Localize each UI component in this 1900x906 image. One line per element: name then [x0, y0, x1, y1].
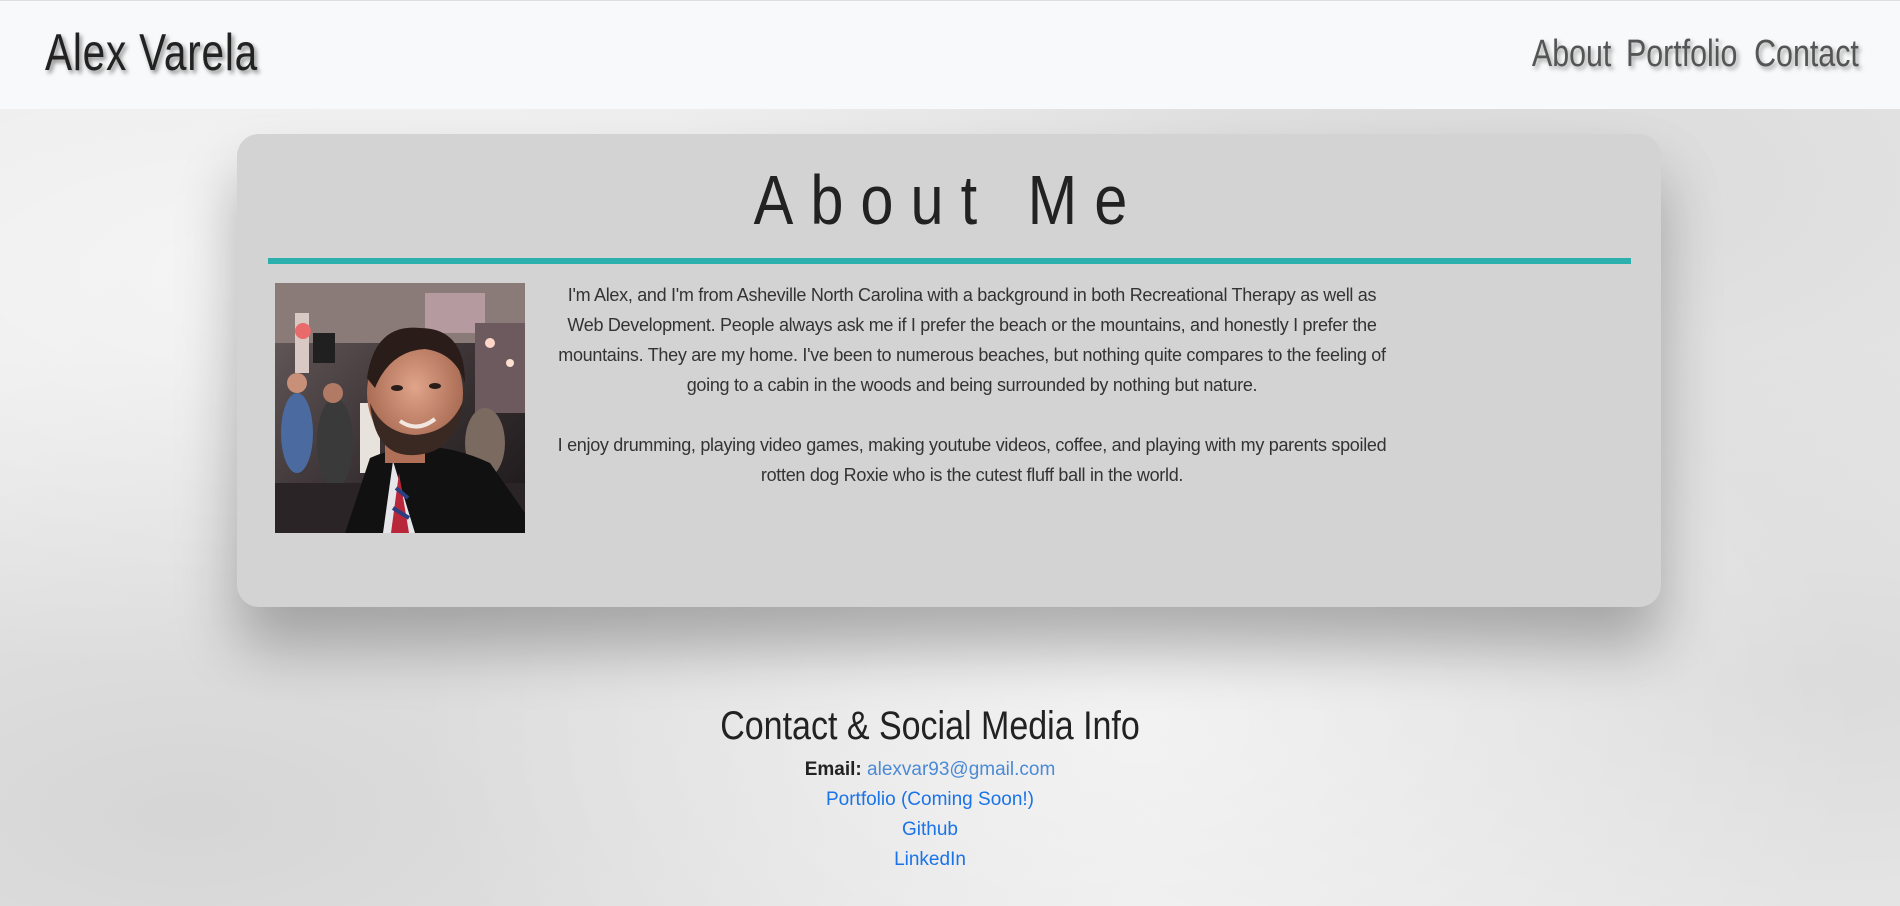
- portfolio-line: Portfolio (Coming Soon!): [0, 785, 1860, 815]
- email-link[interactable]: alexvar93@gmail.com: [867, 759, 1055, 780]
- contact-section: Contact & Social Media Info Email: alexv…: [0, 704, 1860, 875]
- linkedin-link[interactable]: LinkedIn: [894, 849, 966, 870]
- nav-portfolio-link[interactable]: Portfolio: [1626, 33, 1738, 76]
- contact-title: Contact & Social Media Info: [720, 704, 1140, 748]
- brand-logo-link[interactable]: Alex Varela: [45, 23, 258, 83]
- email-line: Email: alexvar93@gmail.com: [0, 755, 1860, 785]
- nav-about-link[interactable]: About: [1532, 33, 1611, 76]
- about-paragraph-1: I'm Alex, and I'm from Asheville North C…: [558, 285, 1386, 395]
- top-navbar: Alex Varela About Portfolio Contact: [0, 0, 1900, 109]
- accent-divider: [268, 258, 1631, 264]
- profile-photo: [275, 283, 525, 533]
- email-label: Email:: [804, 759, 862, 780]
- github-link[interactable]: Github: [902, 819, 958, 840]
- about-paragraph-2: I enjoy drumming, playing video games, m…: [557, 435, 1387, 485]
- portfolio-link[interactable]: Portfolio (Coming Soon!): [826, 789, 1034, 810]
- nav-contact-link[interactable]: Contact: [1754, 33, 1859, 76]
- linkedin-line: LinkedIn: [0, 845, 1860, 875]
- github-line: Github: [0, 815, 1860, 845]
- about-title: About Me: [753, 161, 1145, 239]
- nav-links: About Portfolio Contact: [1532, 33, 1872, 76]
- about-card: About Me I'm Alex, and I'm from Ashevill…: [237, 134, 1661, 607]
- about-text: I'm Alex, and I'm from Asheville North C…: [557, 280, 1387, 520]
